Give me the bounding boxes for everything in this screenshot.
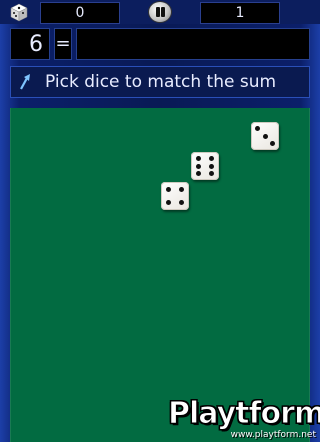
die-pip	[179, 200, 184, 205]
die-pip	[209, 163, 214, 169]
die-pip	[255, 126, 260, 131]
target-sum: 6	[10, 28, 50, 60]
arrow-icon	[20, 74, 30, 90]
top-bar: 0 1	[0, 0, 320, 24]
die-logo-icon	[10, 3, 28, 22]
equals-sign: =	[54, 28, 72, 60]
pause-icon	[161, 7, 165, 17]
die-pip	[209, 171, 214, 176]
selected-dice-slot	[76, 28, 310, 60]
die-pip	[196, 171, 201, 176]
die[interactable]	[191, 152, 219, 180]
die-pip	[196, 156, 201, 161]
die-pip	[166, 187, 171, 192]
watermark: Playtform www.playtform.net	[160, 386, 320, 442]
opponent-score: 1	[200, 2, 280, 24]
die[interactable]	[251, 122, 279, 150]
instruction-bar: Pick dice to match the sum	[10, 66, 310, 98]
watermark-brand: Playtform	[167, 396, 320, 432]
die-pip	[166, 200, 171, 205]
die-pip	[262, 133, 268, 139]
die-pip	[270, 141, 275, 146]
pause-button[interactable]	[149, 2, 171, 22]
watermark-url: www.playtform.net	[230, 430, 316, 440]
die-pip	[196, 163, 201, 169]
pause-icon	[156, 7, 160, 17]
player-score: 0	[40, 2, 120, 24]
die-pip	[209, 156, 214, 161]
sum-row: 6 =	[10, 28, 310, 62]
die-pip	[179, 187, 184, 192]
die[interactable]	[161, 182, 189, 210]
instruction-text: Pick dice to match the sum	[45, 72, 277, 92]
